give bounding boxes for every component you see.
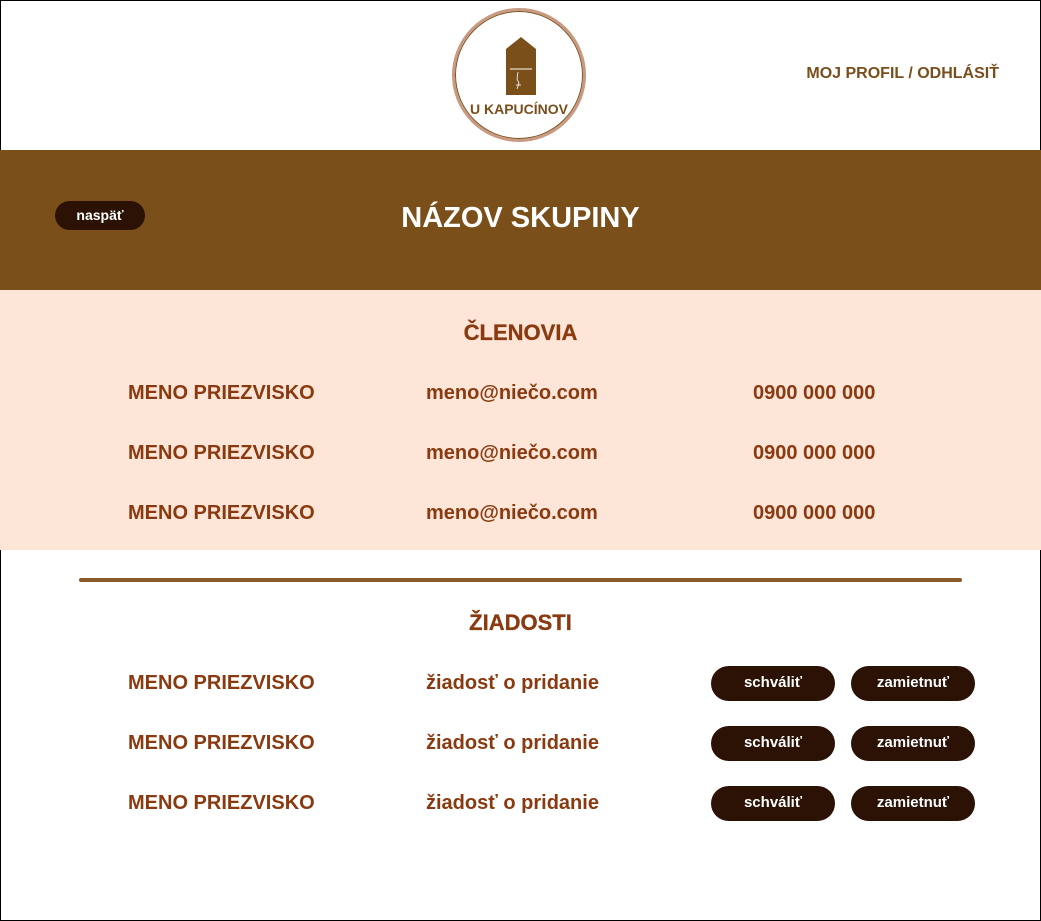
- house-icon: [506, 37, 536, 95]
- reject-button[interactable]: zamietnuť: [851, 726, 975, 761]
- member-phone: 0900 000 000: [753, 502, 876, 524]
- member-name: MENO PRIEZVISKO: [128, 382, 315, 404]
- group-title: NÁZOV SKUPINY: [401, 202, 640, 234]
- members-section: ČLENOVIA MENO PRIEZVISKO meno@niečo.com …: [0, 290, 1041, 550]
- reject-button[interactable]: zamietnuť: [851, 786, 975, 821]
- logo-text: U KAPUCÍNOV: [469, 101, 568, 117]
- logo[interactable]: U KAPUCÍNOV: [452, 8, 586, 142]
- approve-button[interactable]: schváliť: [711, 786, 835, 821]
- approve-button[interactable]: schváliť: [711, 726, 835, 761]
- request-name: MENO PRIEZVISKO: [128, 732, 315, 754]
- member-email: meno@niečo.com: [426, 502, 598, 524]
- member-email: meno@niečo.com: [426, 442, 598, 464]
- request-name: MENO PRIEZVISKO: [128, 792, 315, 814]
- member-phone: 0900 000 000: [753, 382, 876, 404]
- profile-logout-link[interactable]: MOJ PROFIL / ODHLÁSIŤ: [806, 65, 999, 83]
- request-text: žiadosť o pridanie: [426, 672, 599, 694]
- requests-title: ŽIADOSTI: [469, 610, 572, 635]
- approve-button[interactable]: schváliť: [711, 666, 835, 701]
- member-name: MENO PRIEZVISKO: [128, 442, 315, 464]
- member-email: meno@niečo.com: [426, 382, 598, 404]
- member-name: MENO PRIEZVISKO: [128, 502, 315, 524]
- request-text: žiadosť o pridanie: [426, 732, 599, 754]
- reject-button[interactable]: zamietnuť: [851, 666, 975, 701]
- member-phone: 0900 000 000: [753, 442, 876, 464]
- section-divider: [79, 578, 962, 582]
- members-title: ČLENOVIA: [463, 320, 578, 345]
- group-banner: naspäť NÁZOV SKUPINY: [0, 150, 1041, 290]
- request-name: MENO PRIEZVISKO: [128, 672, 315, 694]
- request-text: žiadosť o pridanie: [426, 792, 599, 814]
